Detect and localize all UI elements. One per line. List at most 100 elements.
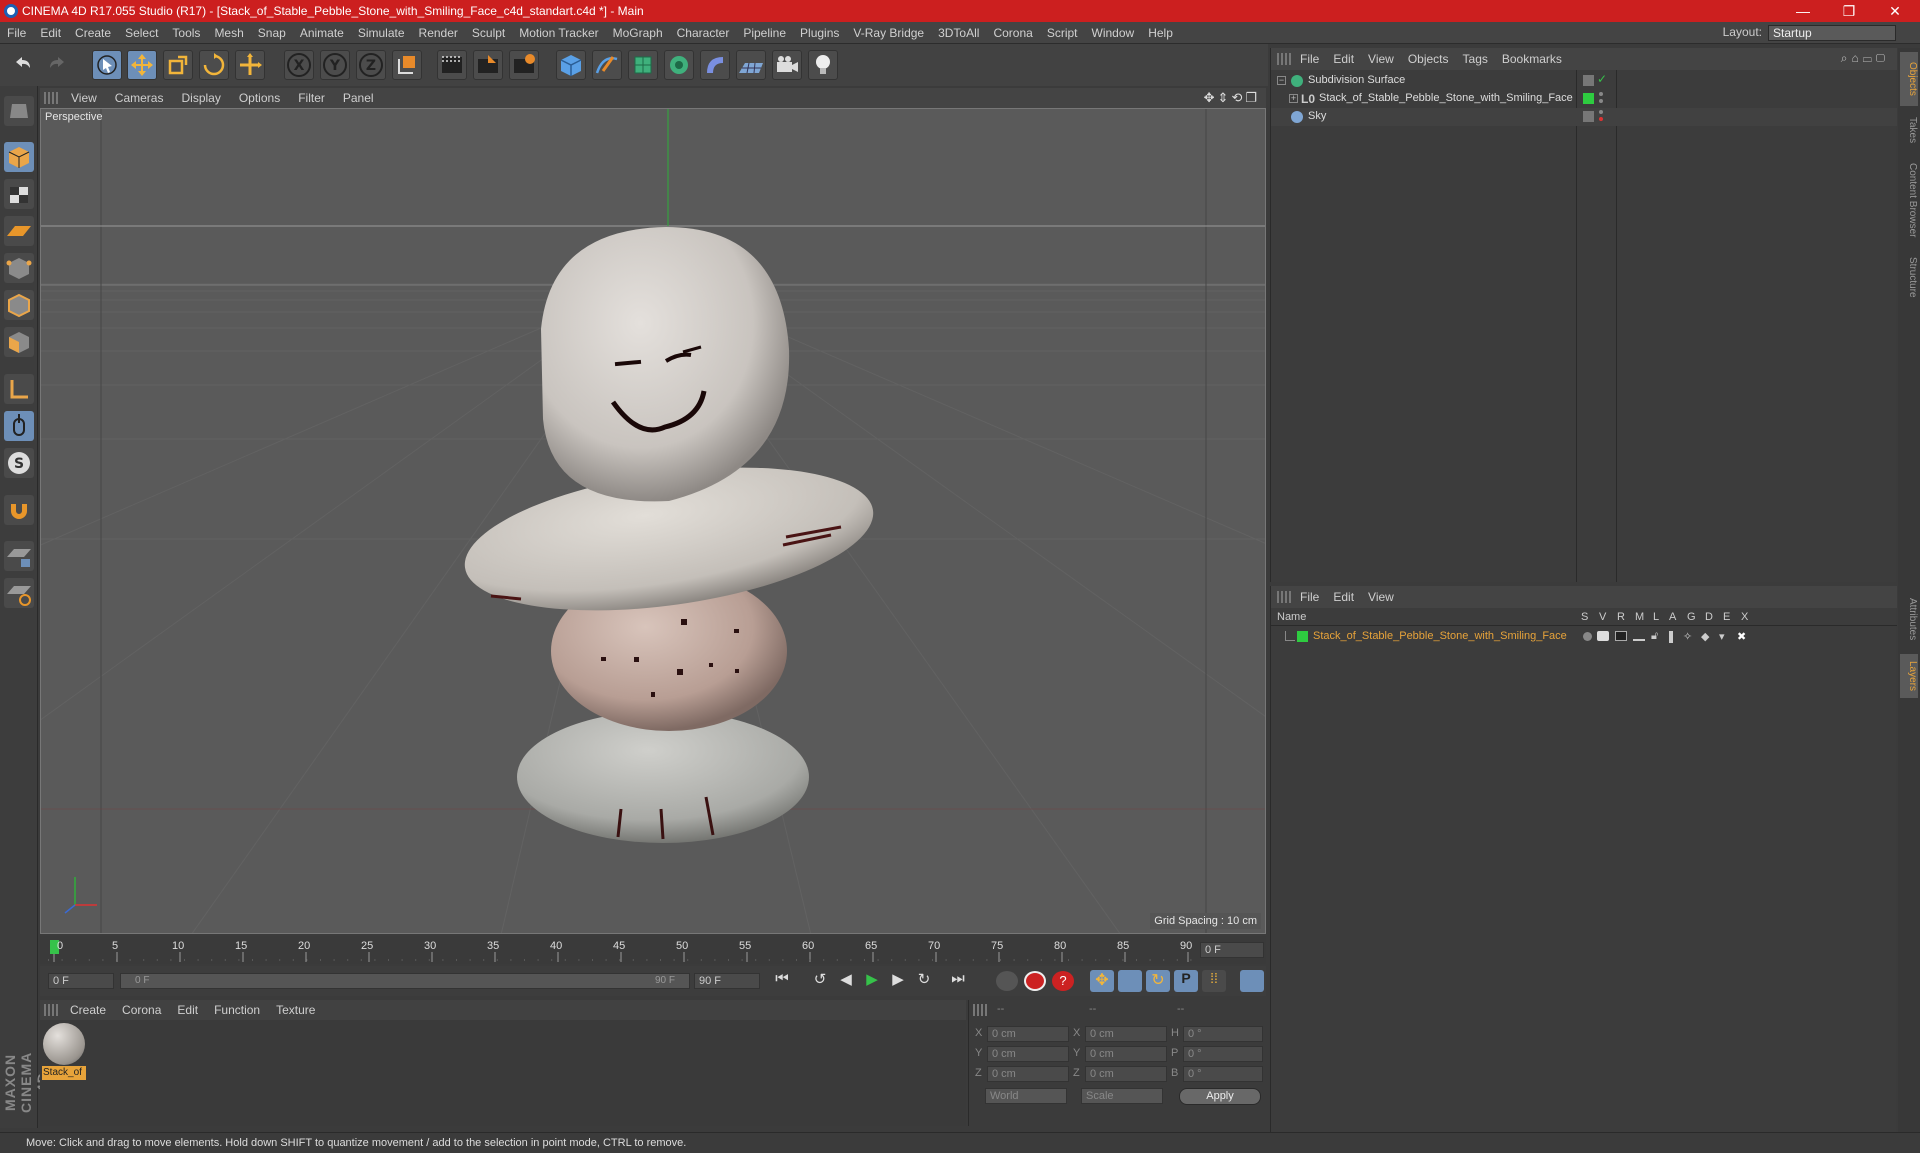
next-frame-icon[interactable]: ▶ — [886, 970, 910, 992]
cube-primitive-icon[interactable] — [556, 50, 586, 80]
layer-row[interactable]: Stack_of_Stable_Pebble_Stone_with_Smilin… — [1271, 628, 1897, 646]
tab-layers[interactable]: Layers — [1900, 654, 1918, 698]
tweak-mode-icon[interactable] — [4, 411, 34, 441]
spline-pen-icon[interactable] — [592, 50, 622, 80]
render-picture-viewer-icon[interactable] — [473, 50, 503, 80]
rot-p-field[interactable]: 0 ° — [1183, 1046, 1263, 1062]
render-view-icon[interactable] — [437, 50, 467, 80]
object-menu-edit[interactable]: Edit — [1326, 48, 1361, 70]
visibility-dot-bottom[interactable] — [1599, 117, 1603, 121]
col-xref[interactable]: X — [1741, 611, 1748, 623]
material-menu-corona[interactable]: Corona — [114, 1000, 169, 1020]
material-menu-texture[interactable]: Texture — [268, 1000, 323, 1020]
edges-mode-icon[interactable] — [4, 290, 34, 320]
object-menu-objects[interactable]: Objects — [1401, 48, 1456, 70]
go-to-end-icon[interactable]: ⏭ — [946, 970, 970, 992]
object-menu-tags[interactable]: Tags — [1456, 48, 1495, 70]
maximize-button[interactable]: ❐ — [1826, 0, 1872, 22]
menu-motion-tracker[interactable]: Motion Tracker — [512, 22, 605, 44]
deformer-icon[interactable] — [700, 50, 730, 80]
menu-help[interactable]: Help — [1141, 22, 1180, 44]
col-name[interactable]: Name — [1277, 611, 1306, 623]
timeline-window-icon[interactable] — [1240, 970, 1264, 992]
enable-axis-icon[interactable] — [4, 374, 34, 404]
size-x-field[interactable]: 0 cm — [1085, 1026, 1167, 1042]
panel-grip-icon[interactable] — [44, 1004, 60, 1016]
layer-xref-icon[interactable]: ✖ — [1737, 630, 1746, 643]
tab-content-browser[interactable]: Content Browser — [1900, 152, 1918, 248]
viewport-menu-display[interactable]: Display — [172, 88, 229, 108]
material-menu-edit[interactable]: Edit — [169, 1000, 206, 1020]
editor-visibility-icon[interactable] — [1583, 111, 1594, 122]
col-view[interactable]: V — [1599, 611, 1606, 623]
menu-create[interactable]: Create — [68, 22, 118, 44]
viewport-menu-options[interactable]: Options — [230, 88, 289, 108]
menu-simulate[interactable]: Simulate — [351, 22, 412, 44]
x-axis-lock-icon[interactable]: X — [284, 50, 314, 80]
scale-icon[interactable] — [163, 50, 193, 80]
material-menu-create[interactable]: Create — [62, 1000, 114, 1020]
menu-mograph[interactable]: MoGraph — [606, 22, 670, 44]
3d-viewport[interactable]: Perspective Grid Spacing : 10 cm — [40, 108, 1266, 934]
tab-attributes[interactable]: Attributes — [1900, 586, 1918, 652]
pos-x-field[interactable]: 0 cm — [987, 1026, 1069, 1042]
menu-window[interactable]: Window — [1085, 22, 1142, 44]
menu-render[interactable]: Render — [412, 22, 465, 44]
panel-grip-icon[interactable] — [1277, 53, 1291, 65]
light-icon[interactable] — [808, 50, 838, 80]
object-menu-file[interactable]: File — [1293, 48, 1326, 70]
layer-color-swatch[interactable] — [1297, 631, 1308, 642]
col-animation[interactable]: A — [1669, 611, 1676, 623]
close-button[interactable]: ✕ — [1872, 0, 1918, 22]
object-row-sky[interactable]: Sky — [1271, 108, 1897, 126]
frame-range-slider[interactable]: 0 F 90 F — [120, 973, 690, 989]
menu-plugins[interactable]: Plugins — [793, 22, 846, 44]
viewport-menu-cameras[interactable]: Cameras — [106, 88, 173, 108]
menu-animate[interactable]: Animate — [293, 22, 351, 44]
subdivision-surface-icon[interactable] — [628, 50, 658, 80]
layer-solo-icon[interactable] — [1583, 632, 1592, 641]
viewport-nav-icons[interactable]: ✥⇕⟲❐ — [1204, 90, 1260, 106]
menu-snap[interactable]: Snap — [251, 22, 293, 44]
apply-button[interactable]: Apply — [1179, 1088, 1261, 1105]
menu-select[interactable]: Select — [118, 22, 165, 44]
cloner-icon[interactable] — [664, 50, 694, 80]
key-parameter-icon[interactable]: P — [1174, 970, 1198, 992]
layout-dropdown[interactable]: Startup — [1768, 25, 1896, 41]
next-key-icon[interactable]: ↻ — [912, 970, 936, 992]
minimize-button[interactable]: — — [1780, 0, 1826, 22]
menu-tools[interactable]: Tools — [165, 22, 207, 44]
menu-3dtoall[interactable]: 3DToAll — [931, 22, 986, 44]
menu-mesh[interactable]: Mesh — [207, 22, 250, 44]
rot-h-field[interactable]: 0 ° — [1183, 1026, 1263, 1042]
move-icon[interactable] — [127, 50, 157, 80]
menu-script[interactable]: Script — [1040, 22, 1085, 44]
layer-manager-icon[interactable] — [1633, 631, 1645, 641]
visibility-dot-top[interactable] — [1599, 92, 1603, 96]
viewport-menu-panel[interactable]: Panel — [334, 88, 383, 108]
object-manager-search-icons[interactable]: ⌕⌂▭▢ — [1841, 51, 1889, 66]
layer-color-icon[interactable] — [1583, 93, 1594, 104]
object-row-stack[interactable]: + L0 Stack_of_Stable_Pebble_Stone_with_S… — [1271, 90, 1897, 108]
key-rotation-icon[interactable]: ↻ — [1146, 970, 1170, 992]
prev-key-icon[interactable]: ↺ — [808, 970, 832, 992]
planar-workplane-icon[interactable] — [4, 578, 34, 608]
viewport-menu-filter[interactable]: Filter — [289, 88, 334, 108]
layer-view-eye-icon[interactable] — [1597, 631, 1609, 641]
make-editable-icon[interactable] — [4, 96, 34, 126]
layer-menu-file[interactable]: File — [1293, 586, 1326, 608]
transform-icon[interactable] — [235, 50, 265, 80]
coordinate-system-icon[interactable] — [392, 50, 422, 80]
expand-icon[interactable]: + — [1289, 94, 1298, 103]
points-mode-icon[interactable] — [4, 253, 34, 283]
collapse-icon[interactable]: − — [1277, 76, 1286, 85]
menu-corona[interactable]: Corona — [986, 22, 1039, 44]
prev-frame-icon[interactable]: ◀ — [834, 970, 858, 992]
size-y-field[interactable]: 0 cm — [1085, 1046, 1167, 1062]
workplane-mode-icon[interactable] — [4, 216, 34, 246]
menu-sculpt[interactable]: Sculpt — [465, 22, 512, 44]
editor-visibility-icon[interactable] — [1583, 75, 1594, 86]
floor-environment-icon[interactable] — [736, 50, 766, 80]
autokey-icon[interactable]: ? — [1052, 971, 1074, 991]
z-axis-lock-icon[interactable]: Z — [356, 50, 386, 80]
